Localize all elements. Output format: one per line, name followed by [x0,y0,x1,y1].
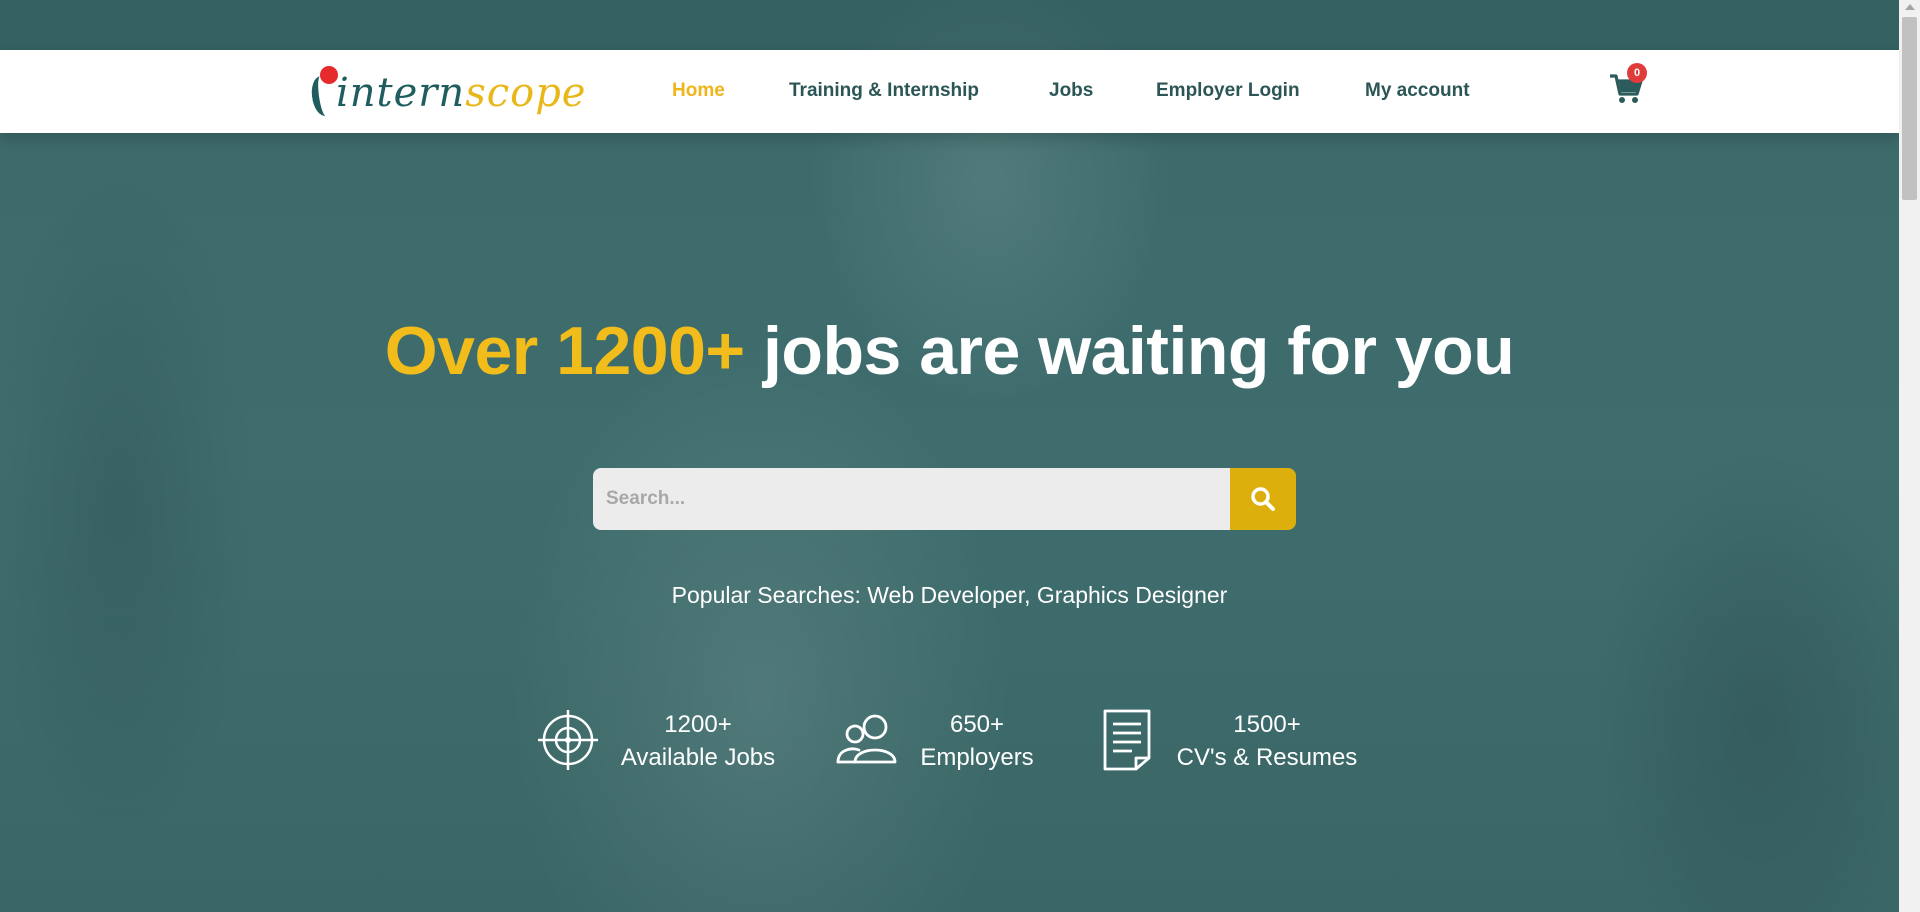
hero-headline: Over 1200+ jobs are waiting for you [0,312,1899,390]
document-icon [1102,708,1152,777]
stat-label: Employers [920,744,1034,771]
logo-text-part2: scope [465,70,587,116]
hero-background [0,0,1899,912]
page-scrollbar[interactable] [1899,0,1920,912]
stat-label: Available Jobs [620,744,776,771]
stat-available-jobs: 1200+ Available Jobs [614,708,782,774]
stat-value: 650+ [949,711,1005,738]
search-input[interactable] [593,468,1230,530]
stat-value: 1200+ [664,711,732,738]
stat-label: CV's & Resumes [1176,744,1358,771]
logo-text: internscope [336,70,586,116]
nav-home[interactable]: Home [672,80,725,102]
hero-top-strip [0,0,1899,50]
logo-text-part1: intern [336,70,466,116]
stat-value: 1500+ [1233,711,1301,738]
headline-rest: jobs are waiting for you [763,313,1515,389]
nav-training-internship[interactable]: Training & Internship [789,80,979,102]
search-icon [1251,487,1275,511]
scrollbar-thumb[interactable] [1902,17,1917,200]
popular-searches: Popular Searches: Web Developer, Graphic… [671,582,1228,608]
stat-employers: 650+ Employers [912,708,1042,774]
target-icon [536,708,600,777]
nav-employer-login[interactable]: Employer Login [1156,80,1300,102]
cart-count-badge: 0 [1627,63,1647,83]
nav-jobs[interactable]: Jobs [1049,80,1093,102]
stat-cvs-resumes: 1500+ CV's & Resumes [1174,708,1360,774]
search-form [593,468,1296,530]
users-icon [835,712,901,773]
search-button[interactable] [1230,468,1296,530]
site-logo[interactable]: internscope [308,58,585,124]
site-header: internscope Home Training & Internship J… [0,50,1899,133]
scroll-up-arrow-icon[interactable] [1905,4,1915,10]
headline-highlight: Over 1200+ [384,313,745,389]
nav-my-account[interactable]: My account [1365,80,1470,102]
